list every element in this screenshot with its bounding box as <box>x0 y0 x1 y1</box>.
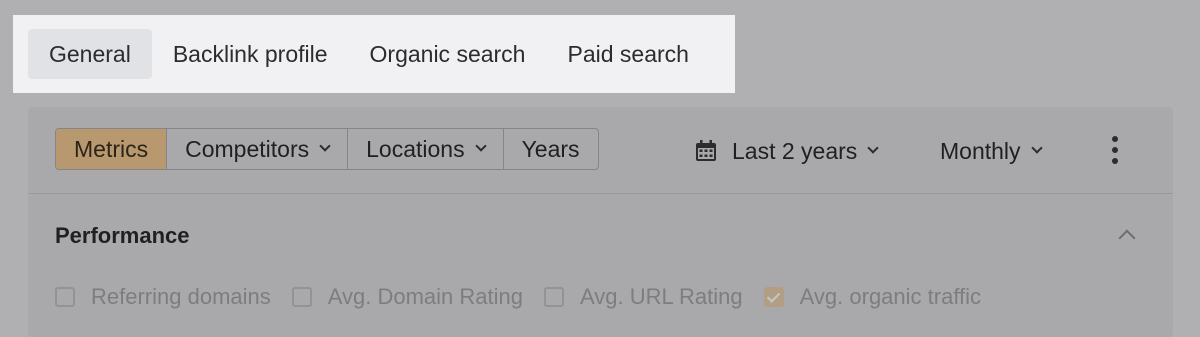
frequency-label: Monthly <box>940 137 1021 164</box>
segment-competitors[interactable]: Competitors <box>167 129 349 169</box>
segment-years-label: Years <box>521 135 580 162</box>
frequency-dropdown[interactable]: Monthly <box>940 133 1043 169</box>
chart-toolbar: Metrics Competitors Locations Years Last… <box>28 107 1173 194</box>
metric-label: Avg. Domain Rating <box>327 284 523 309</box>
view-segmented-control: Metrics Competitors Locations Years <box>55 128 599 170</box>
calendar-icon <box>696 140 716 161</box>
checkbox[interactable] <box>55 287 75 307</box>
report-tabs: General Backlink profile Organic search … <box>13 15 735 93</box>
metric-label: Avg. organic traffic <box>799 284 982 309</box>
chevron-down-icon <box>867 142 879 154</box>
date-range-dropdown[interactable]: Last 2 years <box>695 133 879 169</box>
tab-backlink-profile[interactable]: Backlink profile <box>152 29 349 79</box>
chevron-down-icon <box>474 140 487 152</box>
metric-checkbox-list: Referring domains Avg. Domain Rating Avg… <box>55 284 1002 310</box>
checkbox[interactable] <box>763 287 784 307</box>
checkbox[interactable] <box>291 287 312 307</box>
segment-locations-label: Locations <box>366 135 465 162</box>
metric-label: Referring domains <box>91 284 271 309</box>
metric-checkbox-avg-organic-traffic[interactable]: Avg. organic traffic <box>763 284 982 310</box>
chevron-up-icon[interactable] <box>1118 229 1136 247</box>
tab-general[interactable]: General <box>28 29 152 79</box>
segment-metrics[interactable]: Metrics <box>56 129 168 169</box>
section-title: Performance <box>55 223 190 248</box>
segment-metrics-label: Metrics <box>74 135 149 162</box>
segment-years[interactable]: Years <box>504 129 598 169</box>
more-options-icon[interactable] <box>1108 136 1122 164</box>
metric-checkbox-referring-domains[interactable]: Referring domains <box>55 284 271 310</box>
tab-organic-search[interactable]: Organic search <box>349 29 547 79</box>
metric-checkbox-avg-url-rating[interactable]: Avg. URL Rating <box>544 284 743 310</box>
segment-locations[interactable]: Locations <box>348 129 504 169</box>
segment-competitors-label: Competitors <box>185 135 310 162</box>
date-range-label: Last 2 years <box>732 137 858 164</box>
metric-label: Avg. URL Rating <box>580 284 743 309</box>
chevron-down-icon <box>319 140 331 152</box>
checkbox[interactable] <box>544 287 564 307</box>
chevron-down-icon <box>1030 142 1043 154</box>
tab-paid-search[interactable]: Paid search <box>546 29 709 79</box>
chart-panel: Metrics Competitors Locations Years Last… <box>28 107 1173 337</box>
metric-checkbox-avg-domain-rating[interactable]: Avg. Domain Rating <box>291 284 523 310</box>
